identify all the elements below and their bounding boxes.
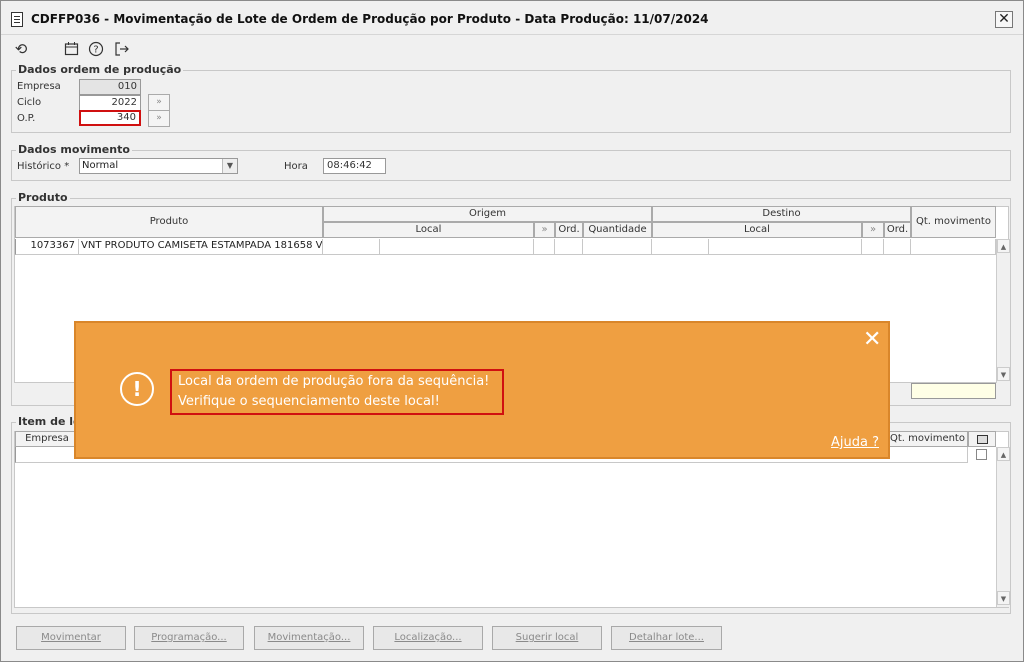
quantidade-cell[interactable] [583, 239, 652, 255]
sugerir-local-button[interactable]: Sugerir local [492, 626, 602, 650]
programacao-button[interactable]: Programação... [134, 626, 244, 650]
qt-movimento-total-field [911, 383, 996, 399]
product-grid-scrollbar[interactable]: ▲ ▼ [996, 239, 1010, 383]
historico-label: Histórico * [17, 161, 70, 172]
movimentacao-button[interactable]: Movimentação... [254, 626, 364, 650]
col-header-destino-local[interactable]: Local [652, 222, 862, 238]
scroll-down-icon[interactable]: ▼ [997, 367, 1010, 381]
localizacao-button[interactable]: Localização... [373, 626, 483, 650]
exit-icon[interactable] [114, 41, 130, 57]
historico-select[interactable]: Normal ▼ [79, 158, 238, 174]
hora-label: Hora [284, 161, 308, 172]
warning-icon: ! [120, 372, 154, 406]
scroll-down-icon[interactable]: ▼ [997, 591, 1010, 605]
alert-dialog: ✕ ! Local da ordem de produção fora da s… [74, 321, 890, 459]
col-header-qt-movimento[interactable]: Qt. movimento [911, 206, 996, 238]
main-window: CDFFP036 - Movimentação de Lote de Ordem… [0, 0, 1024, 662]
destino-ord-cell[interactable] [884, 239, 911, 255]
col-header-origem-local[interactable]: Local [323, 222, 534, 238]
toolbar: ⟲ ? [11, 41, 211, 61]
product-code-cell[interactable]: 1073367 [15, 239, 79, 255]
product-description-cell[interactable]: VNT PRODUTO CAMISETA ESTAMPADA 181658 VI [79, 239, 323, 255]
svg-text:?: ? [93, 45, 98, 56]
empresa-field: 010 [79, 79, 141, 95]
origem-local-code-cell[interactable] [323, 239, 380, 255]
op-label: O.P. [17, 113, 36, 124]
lot-grid-scrollbar[interactable]: ▲ ▼ [996, 447, 1010, 607]
col-header-empresa[interactable]: Empresa [15, 431, 79, 447]
scroll-up-icon[interactable]: ▲ [997, 239, 1010, 253]
title-bar: CDFFP036 - Movimentação de Lote de Ordem… [1, 1, 1023, 35]
production-order-group-title: Dados ordem de produção [16, 63, 184, 76]
ciclo-label: Ciclo [17, 97, 42, 108]
document-icon [11, 12, 23, 27]
scroll-up-icon[interactable]: ▲ [997, 447, 1010, 461]
checkbox-icon [976, 435, 988, 444]
origem-local-desc-cell[interactable] [380, 239, 534, 255]
col-header-quantidade[interactable]: Quantidade [583, 222, 652, 238]
col-header-origem-ord[interactable]: Ord. [555, 222, 583, 238]
movement-data-group-title: Dados movimento [16, 143, 132, 156]
alert-message-box: Local da ordem de produção fora da sequê… [170, 369, 504, 415]
destino-lookup-icon[interactable]: » [862, 222, 884, 238]
col-header-origem: Origem [323, 206, 652, 222]
col-header-destino-ord[interactable]: Ord. [884, 222, 911, 238]
product-group-title: Produto [16, 191, 70, 204]
destino-lookup-cell[interactable] [862, 239, 884, 255]
col-header-lot-qt-movimento[interactable]: Qt. movimento [887, 431, 968, 447]
destino-local-code-cell[interactable] [652, 239, 709, 255]
window-title: CDFFP036 - Movimentação de Lote de Ordem… [31, 12, 709, 26]
historico-value: Normal [82, 160, 119, 171]
op-field[interactable]: 340 [79, 110, 141, 126]
row-checkbox[interactable] [976, 449, 987, 460]
alert-message-line2: Verifique o sequenciamento deste local! [178, 394, 440, 409]
help-icon[interactable]: ? [88, 41, 104, 57]
destino-local-desc-cell[interactable] [709, 239, 862, 255]
qt-movimento-cell[interactable] [911, 239, 996, 255]
detalhar-lote-button[interactable]: Detalhar lote... [611, 626, 722, 650]
origem-ord-cell[interactable] [555, 239, 583, 255]
chevron-down-icon[interactable]: ▼ [222, 159, 237, 173]
origem-lookup-cell[interactable] [534, 239, 555, 255]
ciclo-lookup-button[interactable]: » [148, 94, 170, 111]
col-header-destino: Destino [652, 206, 911, 222]
alert-help-link[interactable]: Ajuda ? [831, 435, 879, 450]
op-lookup-button[interactable]: » [148, 110, 170, 127]
alert-message-line1: Local da ordem de produção fora da sequê… [178, 374, 490, 389]
select-all-checkbox[interactable] [968, 431, 996, 447]
calendar-icon[interactable] [63, 41, 79, 57]
col-header-produto[interactable]: Produto [15, 206, 323, 238]
alert-close-icon[interactable]: ✕ [863, 329, 881, 351]
refresh-icon[interactable]: ⟲ [13, 41, 29, 57]
window-close-button[interactable]: ✕ [995, 11, 1013, 28]
hora-field[interactable]: 08:46:42 [323, 158, 386, 174]
empresa-label: Empresa [17, 81, 61, 92]
ciclo-field[interactable]: 2022 [79, 95, 141, 111]
movimentar-button[interactable]: Movimentar [16, 626, 126, 650]
origem-lookup-icon[interactable]: » [534, 222, 555, 238]
